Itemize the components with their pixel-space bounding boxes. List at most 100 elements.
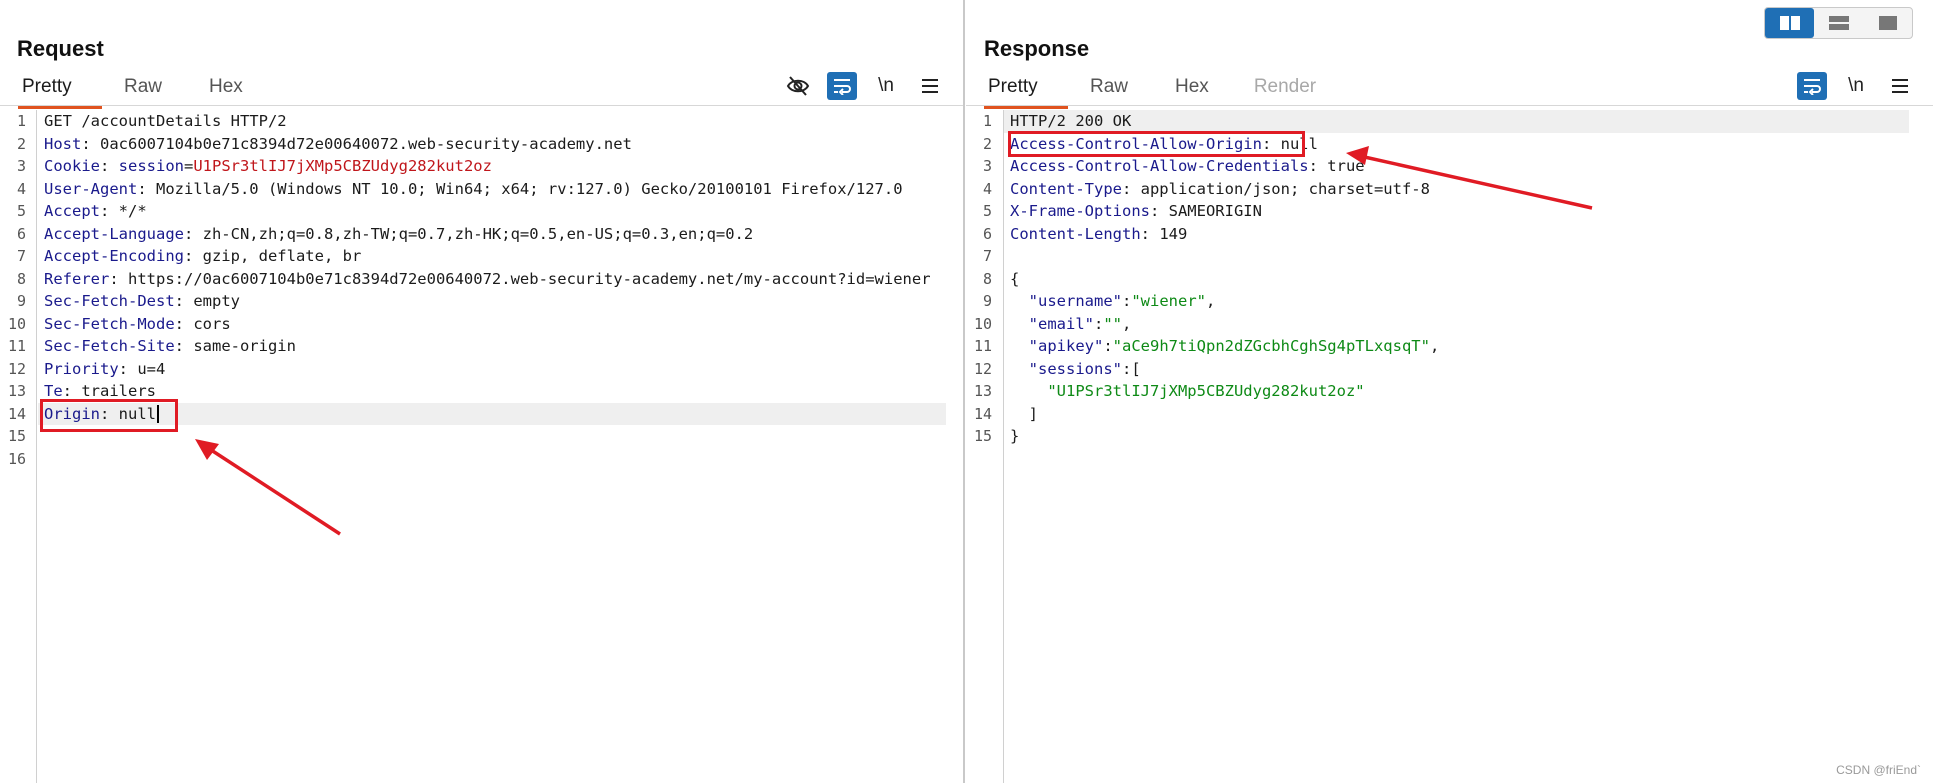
- line-code: "email":"",: [1010, 313, 1132, 336]
- code-token: Sec-Fetch-Mode: [44, 314, 175, 333]
- code-token: : true: [1308, 157, 1365, 175]
- code-token: =: [184, 157, 194, 175]
- menu-icon[interactable]: [1885, 72, 1915, 100]
- code-line: 8 Referer: https://0ac6007104b0e71c8394d7…: [0, 268, 963, 291]
- single-pane-icon[interactable]: [1863, 8, 1912, 38]
- line-number: 11: [7, 337, 26, 355]
- response-pane: Response Pretty Raw Hex Render \n 1 HTTP/…: [966, 0, 1933, 783]
- code-line: 11 Sec-Fetch-Site: same-origin: [0, 335, 963, 358]
- line-number: 7: [16, 247, 26, 265]
- split-columns-icon[interactable]: [1765, 8, 1814, 38]
- line-code: Content-Type: application/json; charset=…: [1010, 178, 1430, 201]
- code-token: HTTP/2 200 OK: [1010, 112, 1132, 130]
- eye-off-icon[interactable]: [783, 72, 813, 100]
- line-code: }: [1010, 425, 1019, 448]
- response-toolbar: \n: [1797, 72, 1915, 100]
- line-code: Referer: https://0ac6007104b0e71c8394d72…: [44, 268, 931, 291]
- code-token: : u=4: [118, 359, 166, 378]
- code-line: 7 Accept-Encoding: gzip, deflate, br: [0, 245, 963, 268]
- response-tab-raw[interactable]: Raw: [1090, 74, 1128, 106]
- code-token: : trailers: [62, 382, 156, 400]
- code-token: "sessions": [1028, 359, 1122, 378]
- line-number: 4: [982, 179, 992, 198]
- line-code: Access-Control-Allow-Credentials: true: [1010, 155, 1365, 178]
- response-tabs: Pretty Raw Hex Render: [984, 74, 1316, 109]
- response-tab-hex[interactable]: Hex: [1175, 74, 1209, 106]
- code-token: : zh-CN,zh;q=0.8,zh-TW;q=0.7,zh-HK;q=0.5…: [183, 224, 754, 243]
- response-editor[interactable]: 1 HTTP/2 200 OK 2 Access-Control-Allow-Orig…: [966, 110, 1933, 783]
- code-token: : SAMEORIGIN: [1149, 202, 1262, 220]
- response-title: Response: [984, 36, 1090, 61]
- code-token: : https://0ac6007104b0e71c8394d72e006400…: [109, 269, 931, 288]
- request-tab-raw[interactable]: Raw: [124, 74, 162, 106]
- line-number: 12: [7, 359, 26, 378]
- split-rows-icon[interactable]: [1814, 8, 1863, 38]
- request-editor[interactable]: 1 GET /accountDetails HTTP/2 2 Host: 0ac600…: [0, 110, 963, 783]
- code-token: "email": [1028, 314, 1094, 333]
- menu-icon[interactable]: [915, 72, 945, 100]
- code-token: Priority: [44, 359, 119, 378]
- code-line: 13 "U1PSr3tlIJ7jXMp5CBZUdyg282kut2oz": [966, 380, 1933, 403]
- response-tab-render[interactable]: Render: [1254, 74, 1316, 106]
- code-line: 6 Accept-Language: zh-CN,zh;q=0.8,zh-TW;q…: [0, 223, 963, 246]
- response-lines: 1 HTTP/2 200 OK 2 Access-Control-Allow-Orig…: [966, 110, 1933, 448]
- code-token: "": [1103, 314, 1123, 333]
- response-tab-pretty[interactable]: Pretty: [984, 74, 1068, 109]
- wrap-icon[interactable]: [827, 72, 857, 100]
- code-line: 10 "email":"",: [966, 313, 1933, 336]
- line-number: 7: [982, 247, 992, 265]
- code-token: Content-Length: [1010, 224, 1141, 243]
- request-tabs: Pretty Raw Hex: [18, 74, 243, 109]
- line-number: 16: [7, 449, 26, 468]
- line-number: 8: [982, 269, 992, 288]
- newline-toggle[interactable]: \n: [1841, 72, 1871, 100]
- newline-toggle[interactable]: \n: [871, 72, 901, 100]
- code-token: :: [100, 157, 119, 175]
- code-token: U1PSr3tlIJ7jXMp5CBZUdyg282kut2oz: [193, 157, 492, 175]
- line-code: Accept: */*: [44, 200, 147, 223]
- line-number: 13: [973, 382, 992, 400]
- line-code: Accept-Encoding: gzip, deflate, br: [44, 245, 361, 268]
- line-code: "username":"wiener",: [1010, 290, 1216, 313]
- line-code: "sessions":[: [1010, 358, 1141, 381]
- code-token: ,: [1206, 292, 1216, 310]
- code-line: 4 Content-Type: application/json; charset…: [966, 178, 1933, 201]
- line-number: 4: [16, 179, 26, 198]
- code-token: Access-Control-Allow-Credentials: [1010, 157, 1309, 175]
- line-code: HTTP/2 200 OK: [1010, 110, 1131, 133]
- line-number: 15: [7, 427, 26, 445]
- line-code: "U1PSr3tlIJ7jXMp5CBZUdyg282kut2oz": [1010, 380, 1365, 403]
- code-line: 6 Content-Length: 149: [966, 223, 1933, 246]
- line-number: 8: [16, 269, 26, 288]
- code-token: : empty: [174, 292, 240, 310]
- code-token: : gzip, deflate, br: [183, 247, 362, 265]
- request-pane: Request Pretty Raw Hex \n 1 GET /accountD…: [0, 0, 965, 783]
- code-line: 12 "sessions":[: [966, 358, 1933, 381]
- line-code: Priority: u=4: [44, 358, 165, 381]
- line-number: 9: [16, 292, 26, 310]
- code-token: : 149: [1140, 224, 1188, 243]
- code-token: "U1PSr3tlIJ7jXMp5CBZUdyg282kut2oz": [1047, 382, 1365, 400]
- code-token: :: [1103, 337, 1113, 355]
- code-token: Te: [44, 382, 63, 400]
- line-number: 15: [973, 427, 992, 445]
- request-tab-pretty[interactable]: Pretty: [18, 74, 102, 109]
- code-line: 4 User-Agent: Mozilla/5.0 (Windows NT 10.…: [0, 178, 963, 201]
- code-token: Accept-Language: [44, 224, 184, 243]
- line-code: X-Frame-Options: SAMEORIGIN: [1010, 200, 1262, 223]
- code-token: Host: [44, 134, 82, 153]
- code-line: 5 Accept: */*: [0, 200, 963, 223]
- request-tab-hex[interactable]: Hex: [209, 74, 243, 106]
- code-token: : application/json; charset=utf-8: [1121, 179, 1430, 198]
- line-number: 5: [16, 202, 26, 220]
- layout-toggle: [1764, 7, 1913, 39]
- wrap-icon[interactable]: [1797, 72, 1827, 100]
- line-code: ]: [1010, 403, 1038, 426]
- code-token: : 0ac6007104b0e71c8394d72e00640072.web-s…: [81, 134, 632, 153]
- code-line: 1 HTTP/2 200 OK: [966, 110, 1933, 133]
- line-code: Sec-Fetch-Site: same-origin: [44, 335, 296, 358]
- line-code: User-Agent: Mozilla/5.0 (Windows NT 10.0…: [44, 178, 903, 201]
- line-number: 3: [16, 157, 26, 175]
- line-number: 10: [973, 314, 992, 333]
